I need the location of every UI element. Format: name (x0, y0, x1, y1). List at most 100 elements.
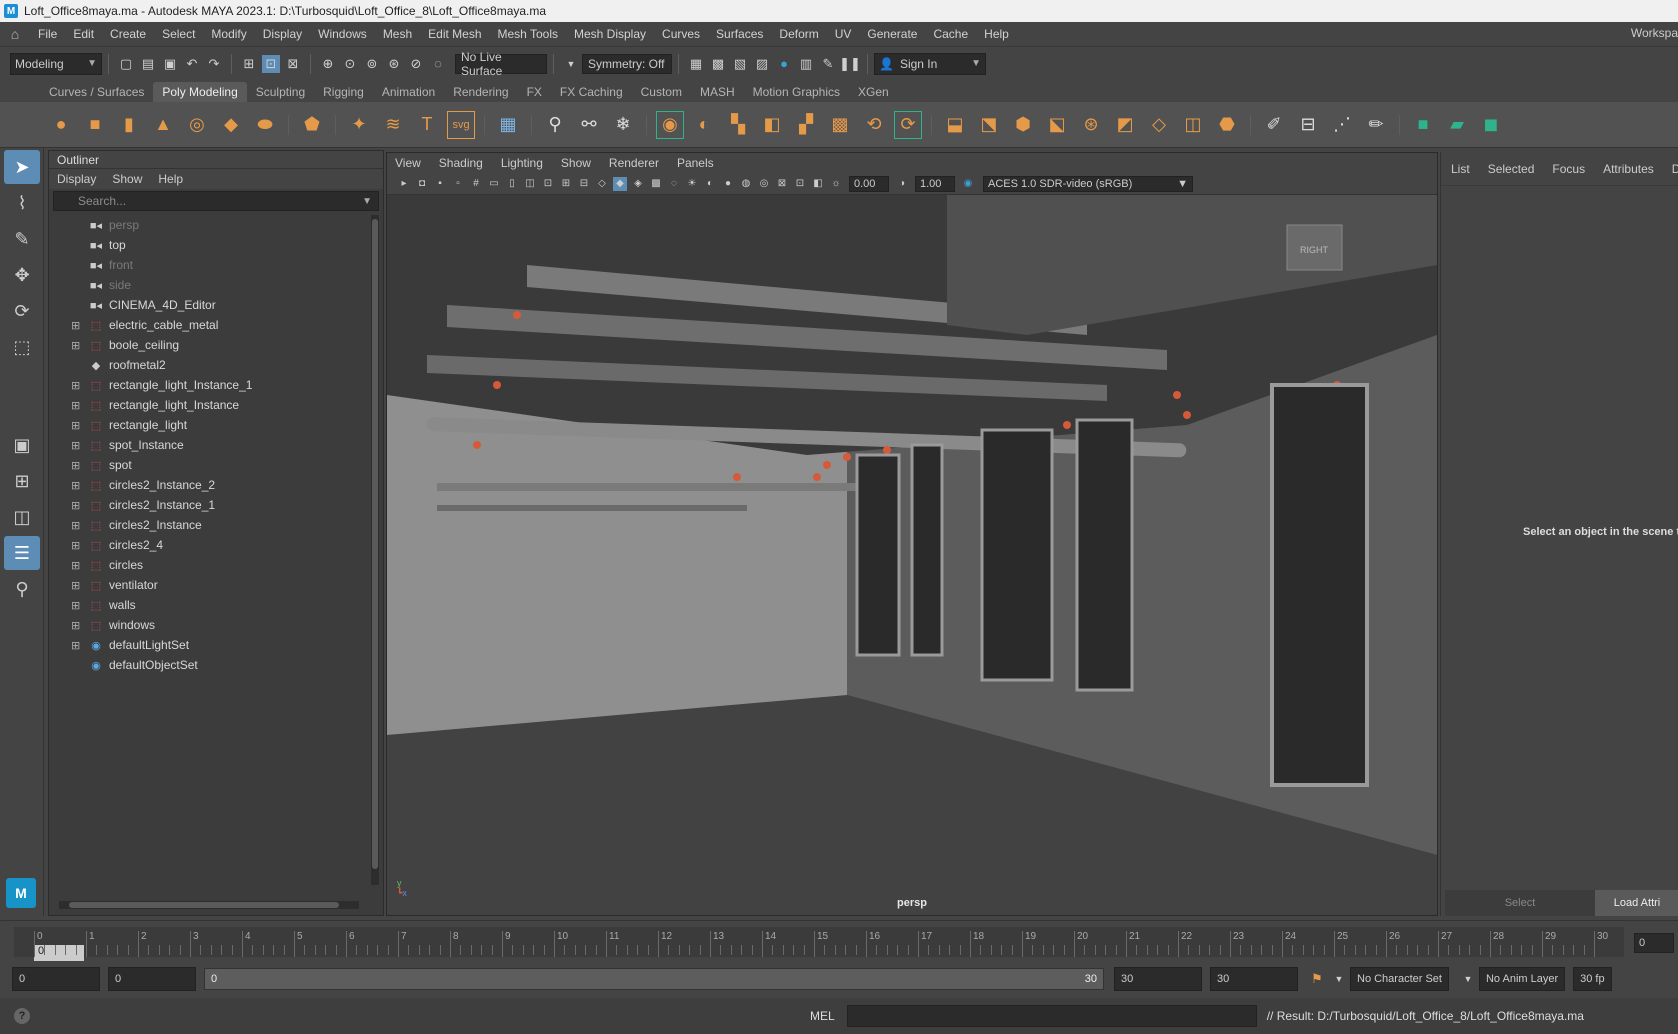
outliner-item[interactable]: ⊞ ⬚ spot (49, 455, 367, 475)
poly-sphere-icon[interactable]: ● (47, 111, 75, 139)
outliner-search-input[interactable]: Search... ▼ (53, 191, 379, 211)
menu-file[interactable]: File (30, 27, 65, 41)
expand-icon[interactable]: ⊞ (71, 499, 83, 512)
outliner-item[interactable]: ⊞ ⬚ rectangle_light (49, 415, 367, 435)
snowflake-icon[interactable]: ❄ (609, 111, 637, 139)
uv-unfold-icon[interactable]: ▰ (1443, 111, 1471, 139)
menu-surfaces[interactable]: Surfaces (708, 27, 771, 41)
chevron-down-icon[interactable]: ▼ (1459, 970, 1477, 988)
gamma-field[interactable]: 1.00 (915, 175, 955, 192)
animation-start-field[interactable]: 0 (12, 967, 100, 991)
snap-view-icon[interactable]: ⊛ (385, 55, 403, 73)
exposure-icon[interactable]: ☼ (829, 177, 843, 191)
save-scene-icon[interactable]: ▣ (161, 55, 179, 73)
help-icon[interactable]: ? (14, 1008, 30, 1024)
hypershade-icon[interactable]: ● (775, 55, 793, 73)
search-icon[interactable]: ⚲ (4, 572, 40, 606)
current-frame-field[interactable]: 0 (1634, 933, 1674, 953)
menu-curves[interactable]: Curves (654, 27, 708, 41)
antialiasing-icon[interactable]: ◎ (757, 177, 771, 191)
expand-icon[interactable]: ⊞ (71, 399, 83, 412)
redo-icon[interactable]: ↷ (205, 55, 223, 73)
wireframe-on-shaded-icon[interactable]: ◈ (631, 177, 645, 191)
shelf-tab-motion-graphics[interactable]: Motion Graphics (744, 82, 849, 102)
color-space-dropdown[interactable]: ACES 1.0 SDR-video (sRGB) ▼ (983, 175, 1193, 192)
poke-icon[interactable]: ⬣ (1213, 111, 1241, 139)
shelf-tab-curves-surfaces[interactable]: Curves / Surfaces (40, 82, 153, 102)
merge-icon[interactable]: ◇ (1145, 111, 1173, 139)
sign-in-dropdown[interactable]: 👤 Sign In ▼ (874, 52, 986, 75)
menu-edit[interactable]: Edit (65, 27, 102, 41)
snap-surface-icon[interactable]: ⊘ (407, 55, 425, 73)
expand-icon[interactable]: ⊞ (71, 619, 83, 632)
safe-title-icon[interactable]: ⊟ (577, 177, 591, 191)
sweep-mesh-icon[interactable]: ≋ (379, 111, 407, 139)
four-view-icon[interactable]: ⊞ (4, 464, 40, 498)
motion-blur-icon[interactable]: ◍ (739, 177, 753, 191)
menu-cache[interactable]: Cache (925, 27, 976, 41)
menu-create[interactable]: Create (102, 27, 154, 41)
type-tool-icon[interactable]: T (413, 111, 441, 139)
ipr-render-icon[interactable]: ▧ (731, 55, 749, 73)
pause-icon[interactable]: ❚❚ (839, 55, 861, 73)
move-tool-icon[interactable]: ✥ (4, 258, 40, 292)
outliner-item[interactable]: ⊞ ⬚ circles2_Instance_2 (49, 475, 367, 495)
outliner-item[interactable]: ⊞ ⬚ windows (49, 615, 367, 635)
outliner-item[interactable]: ■◂ side (49, 275, 367, 295)
expand-icon[interactable]: ⊞ (71, 539, 83, 552)
scale-tool-icon[interactable]: ⬚ (4, 330, 40, 364)
expand-icon[interactable]: ⊞ (71, 519, 83, 532)
viewport-3d-scene[interactable]: RIGHT y ┗x persp (387, 195, 1437, 915)
separate-icon[interactable]: ◐ (690, 111, 718, 139)
extrude-icon[interactable]: ⬓ (941, 111, 969, 139)
isolate-select-icon[interactable]: ⊠ (775, 177, 789, 191)
script-language-label[interactable]: MEL (810, 1009, 835, 1023)
menu-help[interactable]: Help (976, 27, 1017, 41)
select-object-icon[interactable]: ⊡ (262, 54, 280, 73)
render-frame-icon[interactable]: ▩ (709, 55, 727, 73)
outliner-item[interactable]: ⊞ ⬚ walls (49, 595, 367, 615)
lasso-tool-icon[interactable]: ⌇ (4, 186, 40, 220)
outliner-item[interactable]: ⊞ ⬚ circles2_4 (49, 535, 367, 555)
mesh-grid-icon[interactable]: ▦ (494, 111, 522, 139)
expand-icon[interactable]: ⊞ (71, 379, 83, 392)
snap-curve-icon[interactable]: ⊙ (341, 55, 359, 73)
attribute-tab-displ[interactable]: Displ (1672, 162, 1678, 176)
viewport-menu-panels[interactable]: Panels (677, 156, 714, 170)
bevel-tool-icon[interactable]: ⚲ (541, 111, 569, 139)
textured-icon[interactable]: ▩ (649, 177, 663, 191)
key-icon[interactable]: ⚑ (1308, 970, 1326, 988)
shelf-tab-mash[interactable]: MASH (691, 82, 744, 102)
expand-icon[interactable]: ⊞ (71, 599, 83, 612)
select-button[interactable]: Select (1445, 890, 1595, 916)
outliner-item[interactable]: ■◂ CINEMA_4D_Editor (49, 295, 367, 315)
menu-generate[interactable]: Generate (859, 27, 925, 41)
field-chart-icon[interactable]: ⊡ (541, 177, 555, 191)
menu-edit-mesh[interactable]: Edit Mesh (420, 27, 489, 41)
light-editor-icon[interactable]: ✎ (819, 55, 837, 73)
outliner-menu-display[interactable]: Display (57, 172, 96, 186)
menu-mesh-tools[interactable]: Mesh Tools (490, 27, 566, 41)
poly-cylinder-icon[interactable]: ▮ (115, 111, 143, 139)
camera-select-icon[interactable]: ▸ (397, 177, 411, 191)
viewport-menu-lighting[interactable]: Lighting (501, 156, 543, 170)
viewport-menu-renderer[interactable]: Renderer (609, 156, 659, 170)
attribute-tab-selected[interactable]: Selected (1488, 162, 1535, 176)
menu-mesh[interactable]: Mesh (375, 27, 420, 41)
collapse-icon[interactable]: ◫ (1179, 111, 1207, 139)
outliner-item[interactable]: ■◂ front (49, 255, 367, 275)
gamma-icon[interactable]: ◑ (895, 177, 909, 191)
paint-select-tool-icon[interactable]: ✎ (4, 222, 40, 256)
mirror-icon[interactable]: ⟳ (894, 110, 922, 139)
time-slider-track[interactable]: 0 0 1 2 3 4 5 6 7 8 9 10 11 12 13 14 15 16 17 18 19 20 21 22 23… (14, 927, 1624, 961)
bevel-icon[interactable]: ⬢ (1009, 111, 1037, 139)
maya-logo[interactable]: M (6, 878, 36, 908)
character-set-dropdown[interactable]: No Character Set (1350, 967, 1449, 991)
outliner-item[interactable]: ⊞ ⬚ circles2_Instance_1 (49, 495, 367, 515)
outliner-item[interactable]: ⊞ ◉ defaultLightSet (49, 635, 367, 655)
image-plane-icon[interactable]: ▫ (451, 177, 465, 191)
single-view-icon[interactable]: ▣ (4, 428, 40, 462)
outliner-item[interactable]: ◆ roofmetal2 (49, 355, 367, 375)
expand-icon[interactable]: ⊞ (71, 439, 83, 452)
outliner-vertical-scrollbar[interactable] (371, 215, 379, 885)
